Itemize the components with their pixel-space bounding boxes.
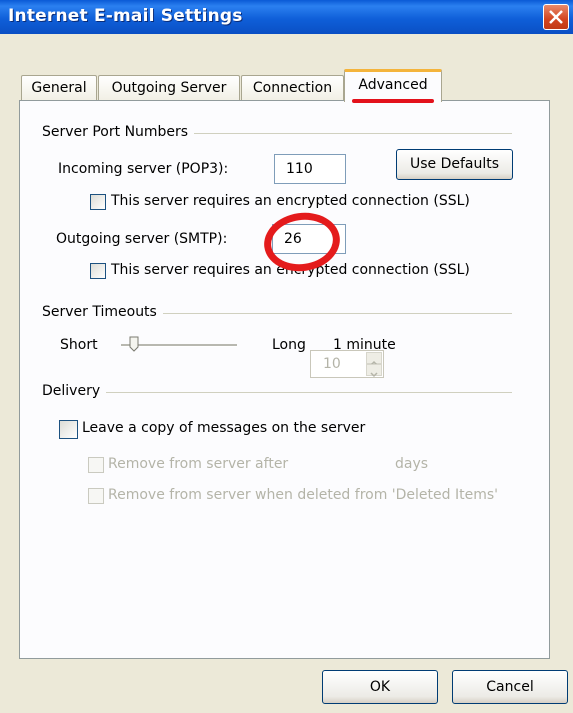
tab-underline-annotation (352, 99, 434, 103)
close-icon (549, 10, 563, 24)
advanced-tab-panel: Server Port Numbers Incoming server (POP… (19, 100, 550, 659)
close-button[interactable] (543, 4, 569, 30)
spin-down-button[interactable] (366, 364, 382, 378)
tab-general[interactable]: General (21, 75, 97, 101)
tab-outgoing-server[interactable]: Outgoing Server (98, 75, 240, 101)
use-defaults-button[interactable]: Use Defaults (396, 149, 513, 180)
tab-connection[interactable]: Connection (241, 75, 344, 101)
tab-label: Outgoing Server (111, 80, 227, 96)
group-divider (42, 392, 512, 393)
email-settings-dialog: Internet E-mail Settings General Outgoin… (0, 0, 573, 713)
timeout-short-label: Short (60, 337, 98, 353)
days-label: days (395, 456, 429, 472)
ok-button[interactable]: OK (322, 670, 438, 704)
outgoing-port-input[interactable]: 26 (272, 224, 346, 254)
remove-after-checkbox[interactable] (88, 457, 104, 473)
server-ports-group-label: Server Port Numbers (42, 124, 195, 140)
remove-deleted-label: Remove from server when deleted from 'De… (108, 487, 498, 503)
timeout-long-label: Long (272, 337, 306, 353)
server-timeouts-group-label: Server Timeouts (42, 304, 163, 320)
spin-up-button[interactable] (366, 352, 382, 366)
incoming-port-input[interactable]: 110 (274, 154, 346, 184)
outgoing-ssl-label: This server requires an encrypted connec… (111, 262, 470, 278)
outgoing-server-label: Outgoing server (SMTP): (56, 231, 228, 247)
tab-label: General (31, 80, 87, 96)
tab-advanced[interactable]: Advanced (344, 69, 442, 102)
remove-after-label: Remove from server after (108, 456, 289, 472)
remove-deleted-checkbox[interactable] (88, 488, 104, 504)
timeout-slider-thumb[interactable] (129, 336, 139, 352)
tab-label: Connection (252, 80, 333, 96)
incoming-ssl-checkbox[interactable] (90, 194, 106, 210)
leave-copy-checkbox[interactable] (59, 420, 78, 439)
title-bar[interactable]: Internet E-mail Settings (0, 0, 573, 34)
outgoing-ssl-checkbox[interactable] (90, 263, 106, 279)
delivery-group-label: Delivery (42, 383, 107, 399)
window-title: Internet E-mail Settings (8, 6, 243, 26)
incoming-server-label: Incoming server (POP3): (58, 161, 229, 177)
days-value: 10 (323, 356, 341, 372)
cancel-button[interactable]: Cancel (452, 670, 568, 704)
leave-copy-label: Leave a copy of messages on the server (82, 420, 366, 436)
incoming-ssl-label: This server requires an encrypted connec… (111, 193, 470, 209)
chevron-down-icon (370, 372, 378, 378)
remove-after-days-spinner[interactable]: 10 (310, 350, 384, 378)
tab-label: Advanced (358, 77, 428, 93)
